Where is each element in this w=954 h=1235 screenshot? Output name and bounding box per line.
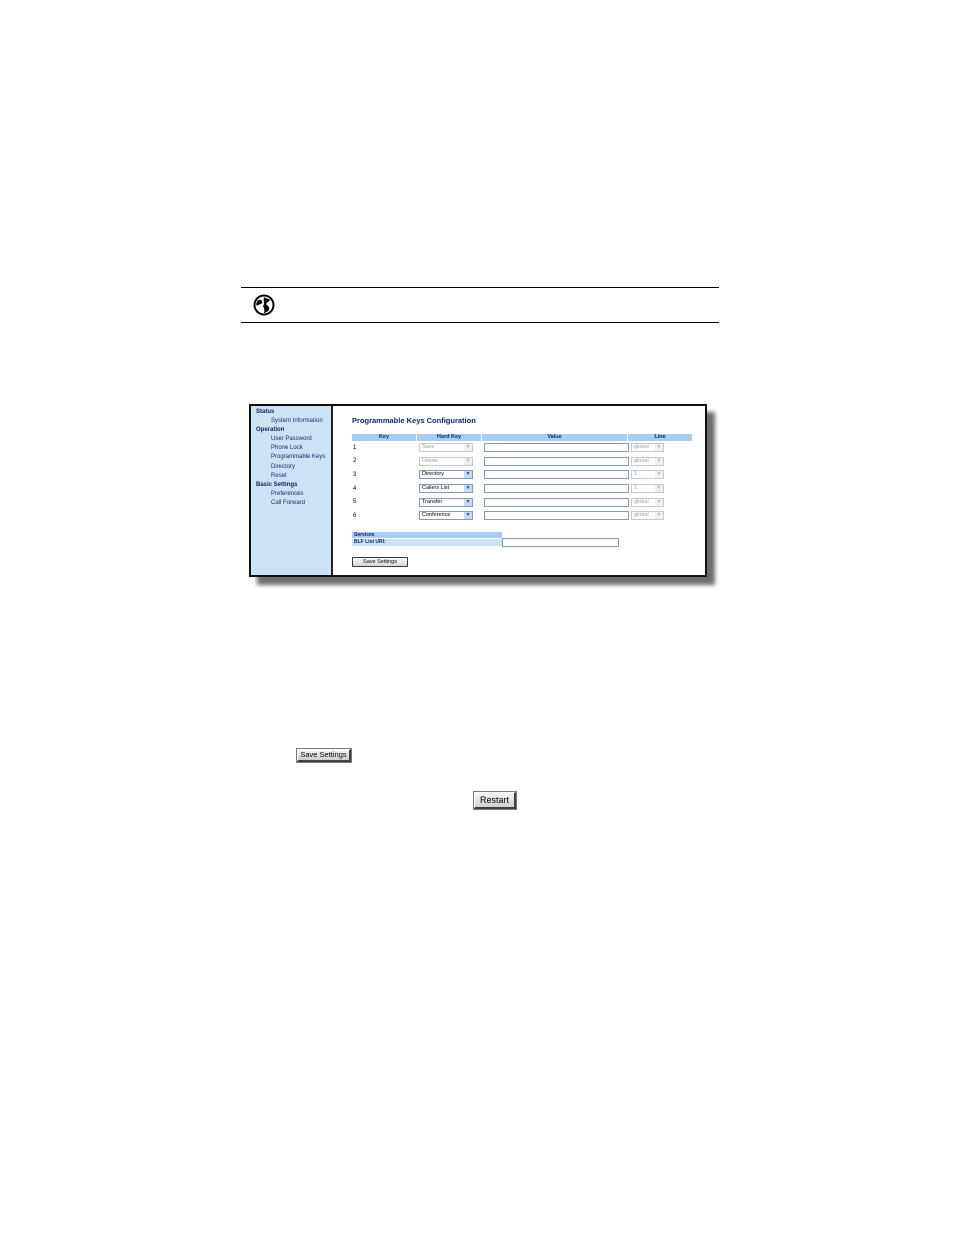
table-row: 6 Conference ▼ global ▼ <box>352 509 705 523</box>
blf-row: BLF List URI: <box>352 537 705 547</box>
line-value: global <box>634 457 649 464</box>
key-number: 6 <box>353 512 357 519</box>
chevron-down-icon: ▼ <box>655 471 663 479</box>
table-row: 2 Delete ▼ global ▼ <box>352 455 705 469</box>
line-select: global ▼ <box>631 443 664 453</box>
table-row: 5 Transfer ▼ global ▼ <box>352 495 705 509</box>
blf-list-uri-label: BLF List URI: <box>352 539 502 547</box>
chevron-down-icon: ▼ <box>655 512 663 520</box>
chevron-down-icon: ▼ <box>655 485 663 493</box>
key-number: 3 <box>353 471 357 478</box>
line-select: 1 ▼ <box>631 470 664 480</box>
save-settings-button[interactable]: Save Settings <box>352 556 408 567</box>
chevron-down-icon: ▼ <box>464 457 472 465</box>
sidebar-item-programmable-keys[interactable]: Programmable Keys <box>256 453 331 462</box>
sidebar-item-call-forward[interactable]: Call Forward <box>256 499 331 508</box>
hard-key-value: Directory <box>422 471 445 478</box>
header-key: Key <box>352 434 416 441</box>
key-number: 4 <box>353 485 357 492</box>
chevron-down-icon: ▼ <box>655 498 663 506</box>
key-number: 1 <box>353 444 357 451</box>
nav-section-operation: Operation <box>256 427 285 434</box>
sidebar-item-preferences[interactable]: Preferences <box>256 490 331 499</box>
header-hard-key: Hard Key <box>417 434 481 441</box>
header-value: Value <box>482 434 627 441</box>
sidebar-item-phone-lock[interactable]: Phone Lock <box>256 444 331 453</box>
value-input[interactable] <box>484 484 629 494</box>
chevron-down-icon: ▼ <box>464 512 472 520</box>
chevron-down-icon: ▼ <box>655 457 663 465</box>
nav-section-status: Status <box>256 409 275 415</box>
key-number: 5 <box>353 499 357 506</box>
header-line: Line <box>628 434 692 441</box>
chevron-down-icon: ▼ <box>464 498 472 506</box>
sidebar-item-user-password[interactable]: User Password <box>256 435 331 444</box>
value-input[interactable] <box>484 511 629 521</box>
table-row: 4 Callers List ▼ 1 ▼ <box>352 482 705 496</box>
save-settings-button-image[interactable]: Save Settings <box>296 748 352 763</box>
hard-key-select[interactable]: Conference ▼ <box>419 511 473 521</box>
hard-key-select[interactable]: Directory ▼ <box>419 470 473 480</box>
hard-key-value: Delete <box>422 457 438 464</box>
sidebar-item-directory[interactable]: Directory <box>256 463 331 472</box>
line-value: global <box>634 498 649 505</box>
blf-list-uri-input[interactable] <box>502 537 619 547</box>
hard-key-value: Transfer <box>422 498 443 505</box>
top-rule <box>241 287 719 288</box>
sidebar-item-reset[interactable]: Reset <box>256 472 331 481</box>
hard-key-select[interactable]: Transfer ▼ <box>419 497 473 507</box>
hard-key-select: Save ▼ <box>419 443 473 453</box>
value-input[interactable] <box>484 456 629 466</box>
table-row: 3 Directory ▼ 1 ▼ <box>352 468 705 482</box>
line-value: global <box>634 444 649 451</box>
line-value: 1 <box>634 485 638 492</box>
line-select: global ▼ <box>631 497 664 507</box>
key-number: 2 <box>353 458 357 465</box>
web-ui-window: Status System Information Operation User Pa… <box>249 404 707 577</box>
nav-section-basic-settings: Basic Settings <box>256 481 298 488</box>
line-select: 1 ▼ <box>631 484 664 494</box>
sidebar-item-system-information[interactable]: System Information <box>256 417 331 426</box>
bottom-rule <box>241 322 719 323</box>
line-select: global ▼ <box>631 511 664 521</box>
keys-table-body: 1 Save ▼ global ▼ 2 Delete ▼ global ▼ 3 Directory ▼ 1… <box>352 441 705 523</box>
table-row: 1 Save ▼ global ▼ <box>352 441 705 455</box>
config-screenshot: Status System Information Operation User Pa… <box>249 404 715 585</box>
sidebar-nav: Status System Information Operation User Pa… <box>251 406 333 575</box>
line-select: global ▼ <box>631 456 664 466</box>
chevron-down-icon: ▼ <box>464 471 472 479</box>
hard-key-select[interactable]: Callers List ▼ <box>419 484 473 494</box>
hard-key-value: Conference <box>422 512 451 519</box>
table-header: Key Hard Key Value Line <box>352 434 705 441</box>
line-value: 1 <box>634 471 638 478</box>
value-input[interactable] <box>484 443 629 453</box>
page-title: Programmable Keys Configuration <box>352 416 476 425</box>
hard-key-value: Save <box>422 444 435 451</box>
line-value: global <box>634 512 649 519</box>
restart-button-image[interactable]: Restart <box>473 791 517 810</box>
globe-icon <box>253 294 275 316</box>
main-panel: Programmable Keys Configuration Key Hard… <box>333 406 705 575</box>
chevron-down-icon: ▼ <box>464 444 472 452</box>
hard-key-value: Callers List <box>422 485 450 492</box>
chevron-down-icon: ▼ <box>655 444 663 452</box>
value-input[interactable] <box>484 497 629 507</box>
hard-key-select: Delete ▼ <box>419 456 473 466</box>
chevron-down-icon: ▼ <box>464 485 472 493</box>
value-input[interactable] <box>484 470 629 480</box>
